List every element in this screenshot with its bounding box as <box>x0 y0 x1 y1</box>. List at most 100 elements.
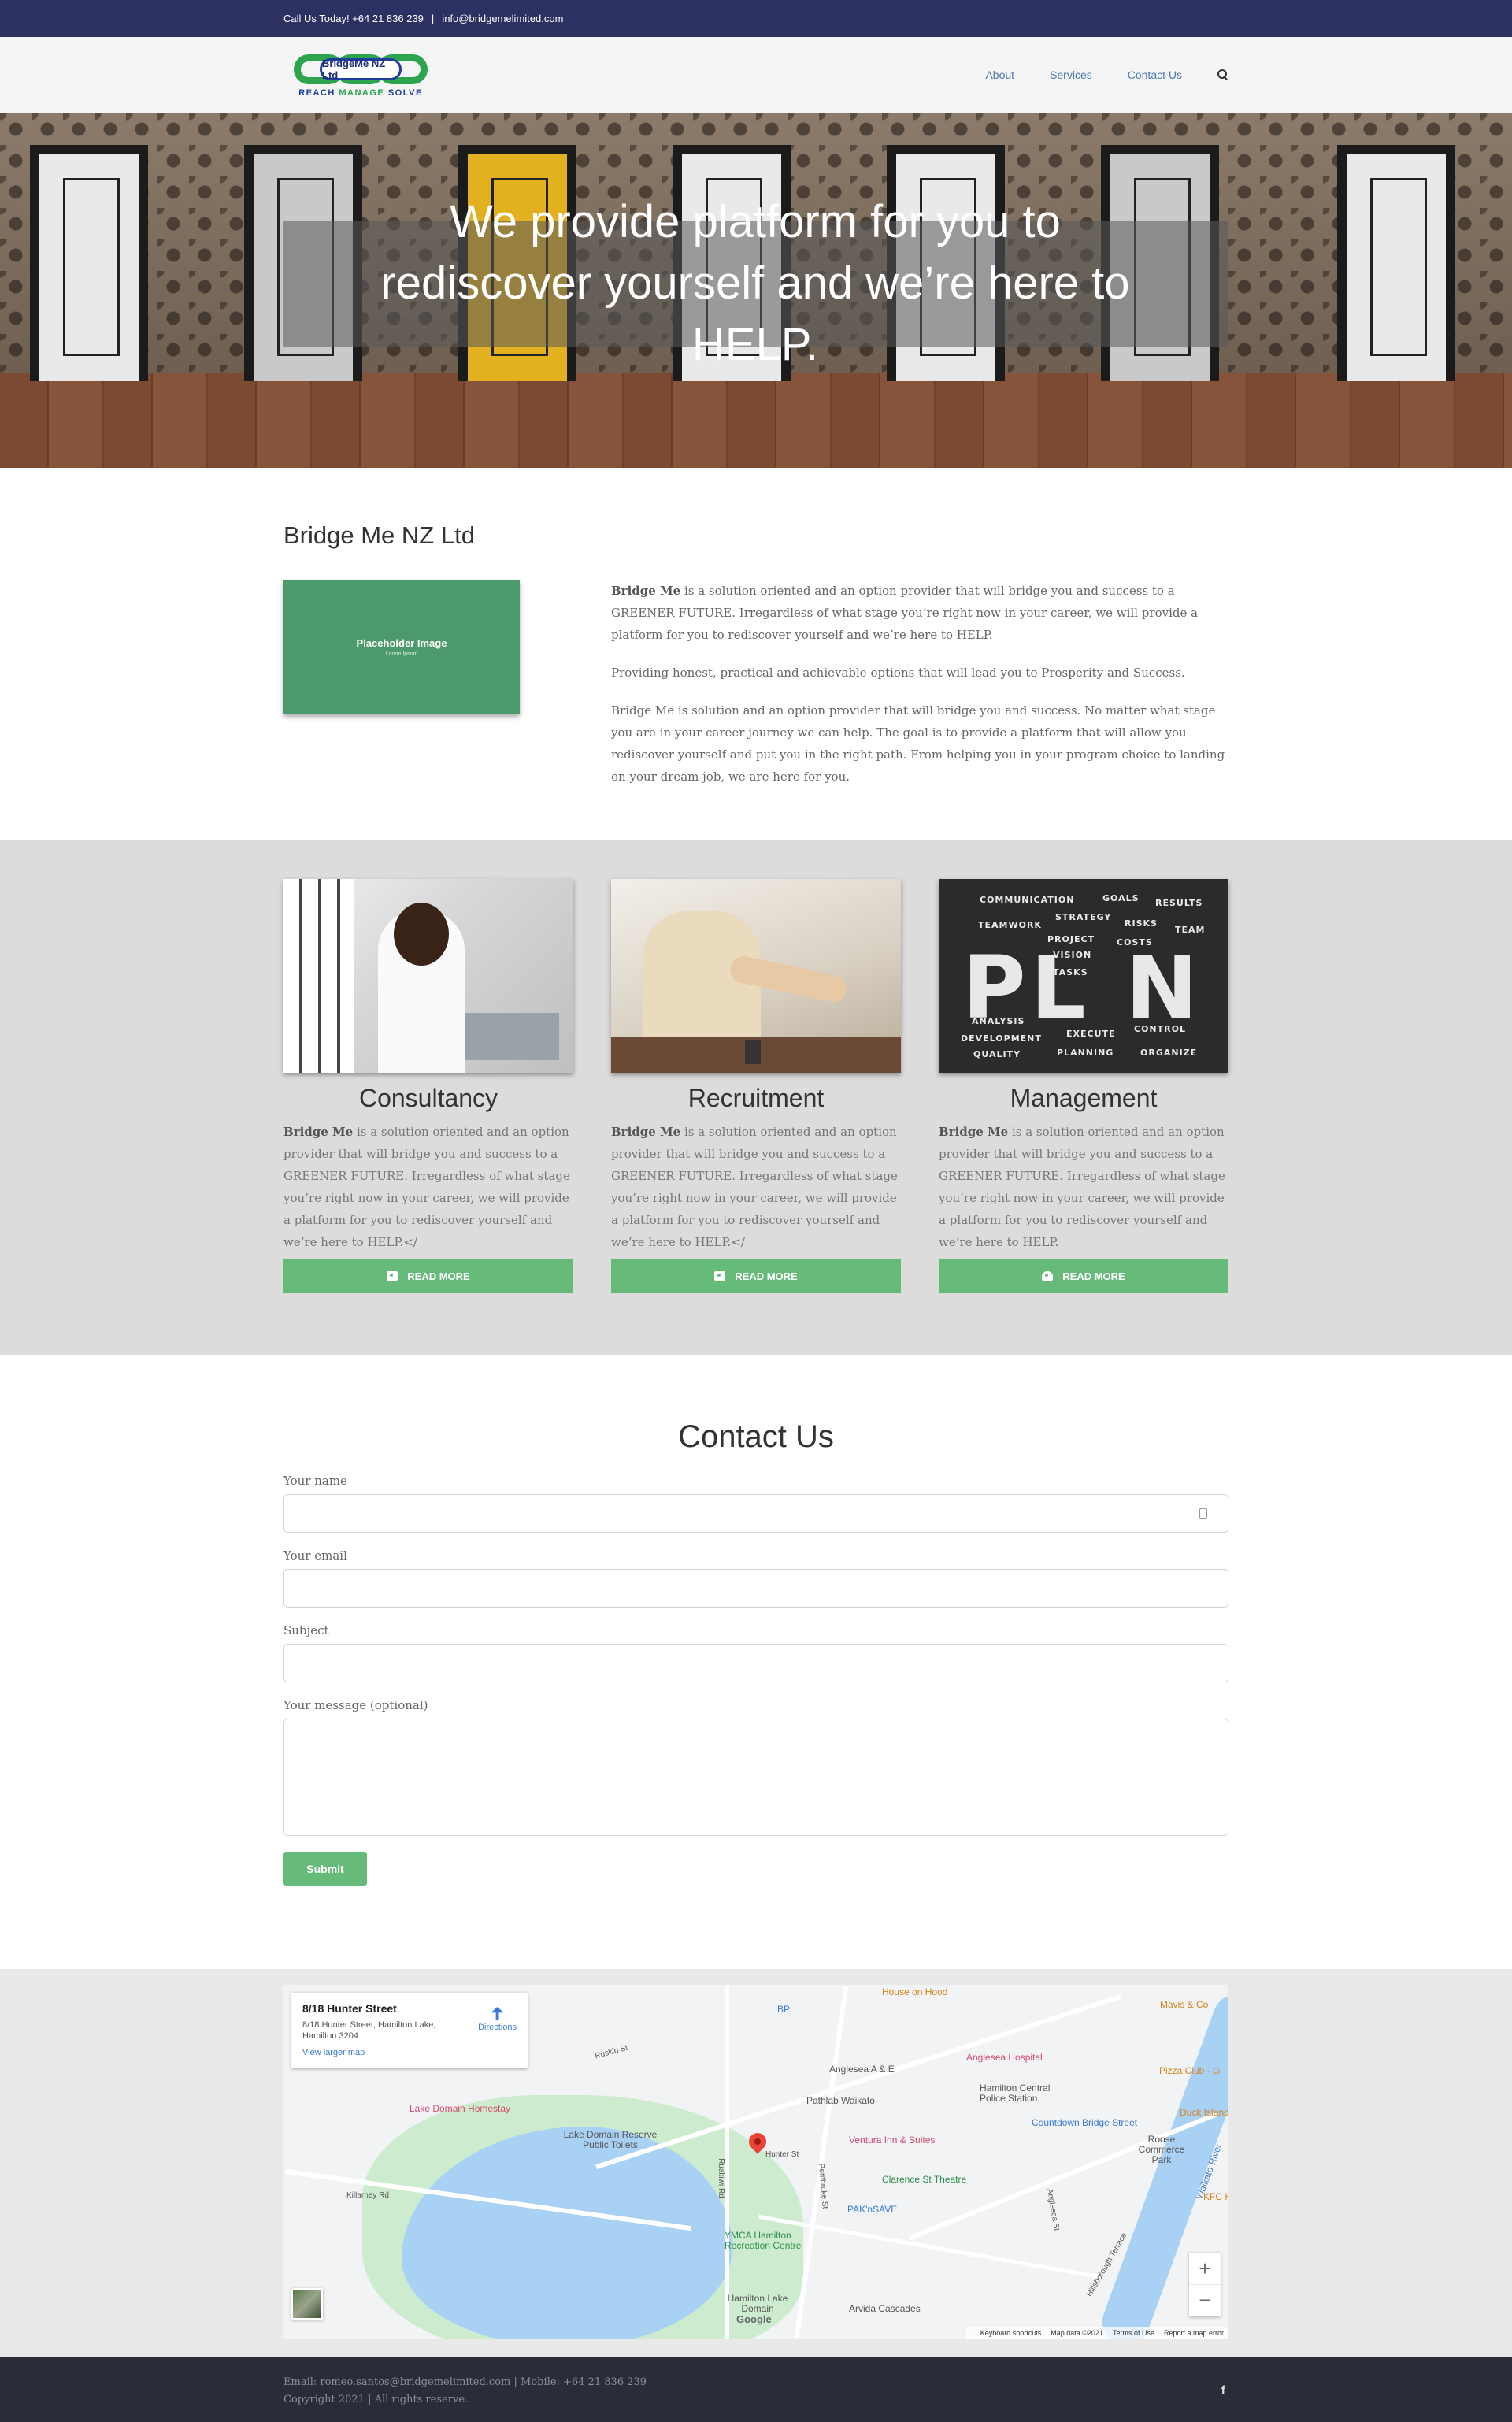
about-section: Bridge Me NZ Ltd Placeholder Image Lorem… <box>0 468 1512 840</box>
map-label: BP <box>777 2004 791 2015</box>
service-title: Management <box>1010 1084 1158 1112</box>
map-label: House on Hood <box>882 1986 948 1997</box>
nav-about[interactable]: About <box>985 69 1014 81</box>
logo-chain-graphic: BridgeMe NZ Ltd <box>294 52 428 87</box>
footer-info: Email: romeo.santos@bridgemelimited.com … <box>284 2374 647 2409</box>
management-plan-image: PL N COMMUNICATION GOALS RESULTS TEAMWOR… <box>939 879 1228 1073</box>
map-label: Anglesea St <box>1044 2187 1062 2232</box>
map-label: Anglesea A & E <box>829 2064 895 2075</box>
terms-of-use-link[interactable]: Terms of Use <box>1113 2329 1154 2337</box>
nav-services[interactable]: Services <box>1050 69 1092 81</box>
report-map-error-link[interactable]: Report a map error <box>1164 2329 1224 2337</box>
google-map[interactable]: House on Hood BP Anglesea A & E Anglesea… <box>284 1985 1228 2339</box>
map-zoom-controls: + − <box>1189 2253 1221 2316</box>
map-road <box>724 1985 729 2339</box>
contact-form: Your name Your email Subject Your messag… <box>284 1474 1228 1886</box>
about-paragraph: Bridge Me is solution and an option prov… <box>611 703 1225 784</box>
main-nav: About Services Contact Us <box>950 69 1228 81</box>
topbar-email-link[interactable]: info@bridgemelimited.com <box>442 13 563 24</box>
nav-contact-us[interactable]: Contact Us <box>1128 69 1182 81</box>
recruitment-image <box>611 879 901 1073</box>
hero-banner: We provide platform for you to rediscove… <box>0 113 1512 468</box>
autofill-contact-icon[interactable] <box>1199 1508 1207 1519</box>
service-card-recruitment: Recruitment Bridge Me is a solution orie… <box>611 879 901 1293</box>
about-title: Bridge Me NZ Ltd <box>284 521 475 549</box>
email-label: Your email <box>284 1549 347 1563</box>
name-label: Your name <box>284 1474 347 1488</box>
map-label: Roose Commerce Park <box>1138 2134 1185 2165</box>
subject-input[interactable] <box>284 1644 1228 1682</box>
map-place-address: 8/18 Hunter Street, Hamilton Lake, Hamil… <box>302 2020 436 2041</box>
map-label: Killarney Rd <box>346 2191 389 2200</box>
map-label: Clarence St Theatre <box>882 2174 967 2185</box>
map-section: House on Hood BP Anglesea A & E Anglesea… <box>0 1969 1512 2357</box>
zoom-out-button[interactable]: − <box>1189 2284 1221 2316</box>
zoom-in-button[interactable]: + <box>1189 2253 1221 2284</box>
service-title: Consultancy <box>358 1084 498 1112</box>
map-label: PAK'nSAVE <box>847 2204 898 2215</box>
call-us-text: Call Us Today! +64 21 836 239 <box>284 13 424 24</box>
subject-label: Subject <box>284 1623 329 1638</box>
map-label: Hunter St <box>765 2150 799 2159</box>
footer-copyright: Copyright 2021 | All rights reserve. <box>284 2393 469 2405</box>
keyboard-shortcuts-link[interactable]: Keyboard shortcuts <box>980 2329 1042 2337</box>
message-textarea[interactable] <box>284 1719 1228 1836</box>
facebook-icon[interactable]: f <box>1221 2384 1225 2398</box>
submit-button[interactable]: Submit <box>284 1852 367 1886</box>
service-title: Recruitment <box>687 1084 825 1112</box>
placeholder-image: Placeholder Image Lorem Ipsum <box>284 580 520 714</box>
map-data-text: Map data ©2021 <box>1051 2329 1103 2337</box>
site-footer: Email: romeo.santos@bridgemelimited.com … <box>0 2357 1512 2422</box>
map-label: Duck Island <box>1180 2107 1228 2118</box>
read-more-button[interactable]: READ MORE <box>284 1259 573 1293</box>
map-label: Pizza Club - G <box>1159 2065 1221 2076</box>
view-larger-map-link[interactable]: View larger map <box>302 2048 517 2057</box>
email-input[interactable] <box>284 1569 1228 1608</box>
map-attribution: Keyboard shortcuts Map data ©2021 Terms … <box>965 2327 1228 2339</box>
services-section: Consultancy Bridge Me is a solution orie… <box>0 840 1512 1355</box>
map-label: Mavis & Co <box>1160 1999 1209 2010</box>
map-label: Countdown Bridge Street <box>1032 2117 1138 2128</box>
search-icon[interactable] <box>1217 69 1228 80</box>
site-header: BridgeMe NZ Ltd REACH MANAGE SOLVE About… <box>0 37 1512 113</box>
hero-floor <box>0 373 1512 468</box>
footer-contact-line: Email: romeo.santos@bridgemelimited.com … <box>284 2376 647 2388</box>
map-label: Ruskin St <box>594 2043 629 2061</box>
map-label: Arvida Cascades <box>849 2303 921 2314</box>
map-label: Ruakiwi Rd <box>716 2158 725 2198</box>
map-road <box>794 1986 849 2339</box>
map-info-box: 8/18 Hunter Street 8/18 Hunter Street, H… <box>291 1993 528 2068</box>
hero-door <box>30 145 148 381</box>
read-more-button[interactable]: READ MORE <box>939 1259 1228 1293</box>
contact-section: Contact Us Your name Your email Subject … <box>0 1355 1512 1969</box>
map-label: Lake Domain Reserve Public Toilets <box>563 2129 658 2150</box>
name-input[interactable] <box>284 1494 1228 1533</box>
message-label: Your message (optional) <box>284 1698 428 1712</box>
satellite-toggle-button[interactable] <box>291 2288 323 2320</box>
briefcase-icon <box>387 1271 398 1281</box>
briefcase-icon <box>714 1271 726 1281</box>
directions-button[interactable]: Directions <box>478 2007 517 2032</box>
directions-icon <box>491 2007 504 2020</box>
service-card-consultancy: Consultancy Bridge Me is a solution orie… <box>284 879 573 1293</box>
site-logo[interactable]: BridgeMe NZ Ltd REACH MANAGE SOLVE <box>284 48 438 102</box>
map-label: YMCA Hamilton Recreation Centre <box>724 2230 802 2251</box>
hero-door <box>1337 145 1455 381</box>
about-paragraph: Bridge Me is a solution oriented and an … <box>611 584 1199 642</box>
top-bar: Call Us Today! +64 21 836 239 | info@bri… <box>0 0 1512 37</box>
map-label: Lake Domain Homestay <box>410 2103 511 2114</box>
read-more-button[interactable]: READ MORE <box>611 1259 901 1293</box>
map-label: Hamilton Central Police Station <box>980 2083 1051 2104</box>
about-paragraph: Providing honest, practical and achievab… <box>611 666 1185 680</box>
service-text: Bridge Me is a solution oriented and an … <box>611 1125 898 1249</box>
placeholder-title: Placeholder Image <box>356 636 447 649</box>
topbar-separator: | <box>431 13 435 24</box>
service-text: Bridge Me is a solution oriented and an … <box>939 1125 1225 1249</box>
about-text: Bridge Me is a solution oriented and an … <box>611 580 1228 803</box>
map-label: Pathlab Waikato <box>806 2095 875 2106</box>
hero-headline: We provide platform for you to rediscove… <box>380 196 1130 370</box>
service-card-management: PL N COMMUNICATION GOALS RESULTS TEAMWOR… <box>939 879 1228 1293</box>
consultancy-image <box>284 879 573 1073</box>
map-label: KFC H <box>1203 2191 1228 2202</box>
map-label: Anglesea Hospital <box>966 2052 1043 2063</box>
